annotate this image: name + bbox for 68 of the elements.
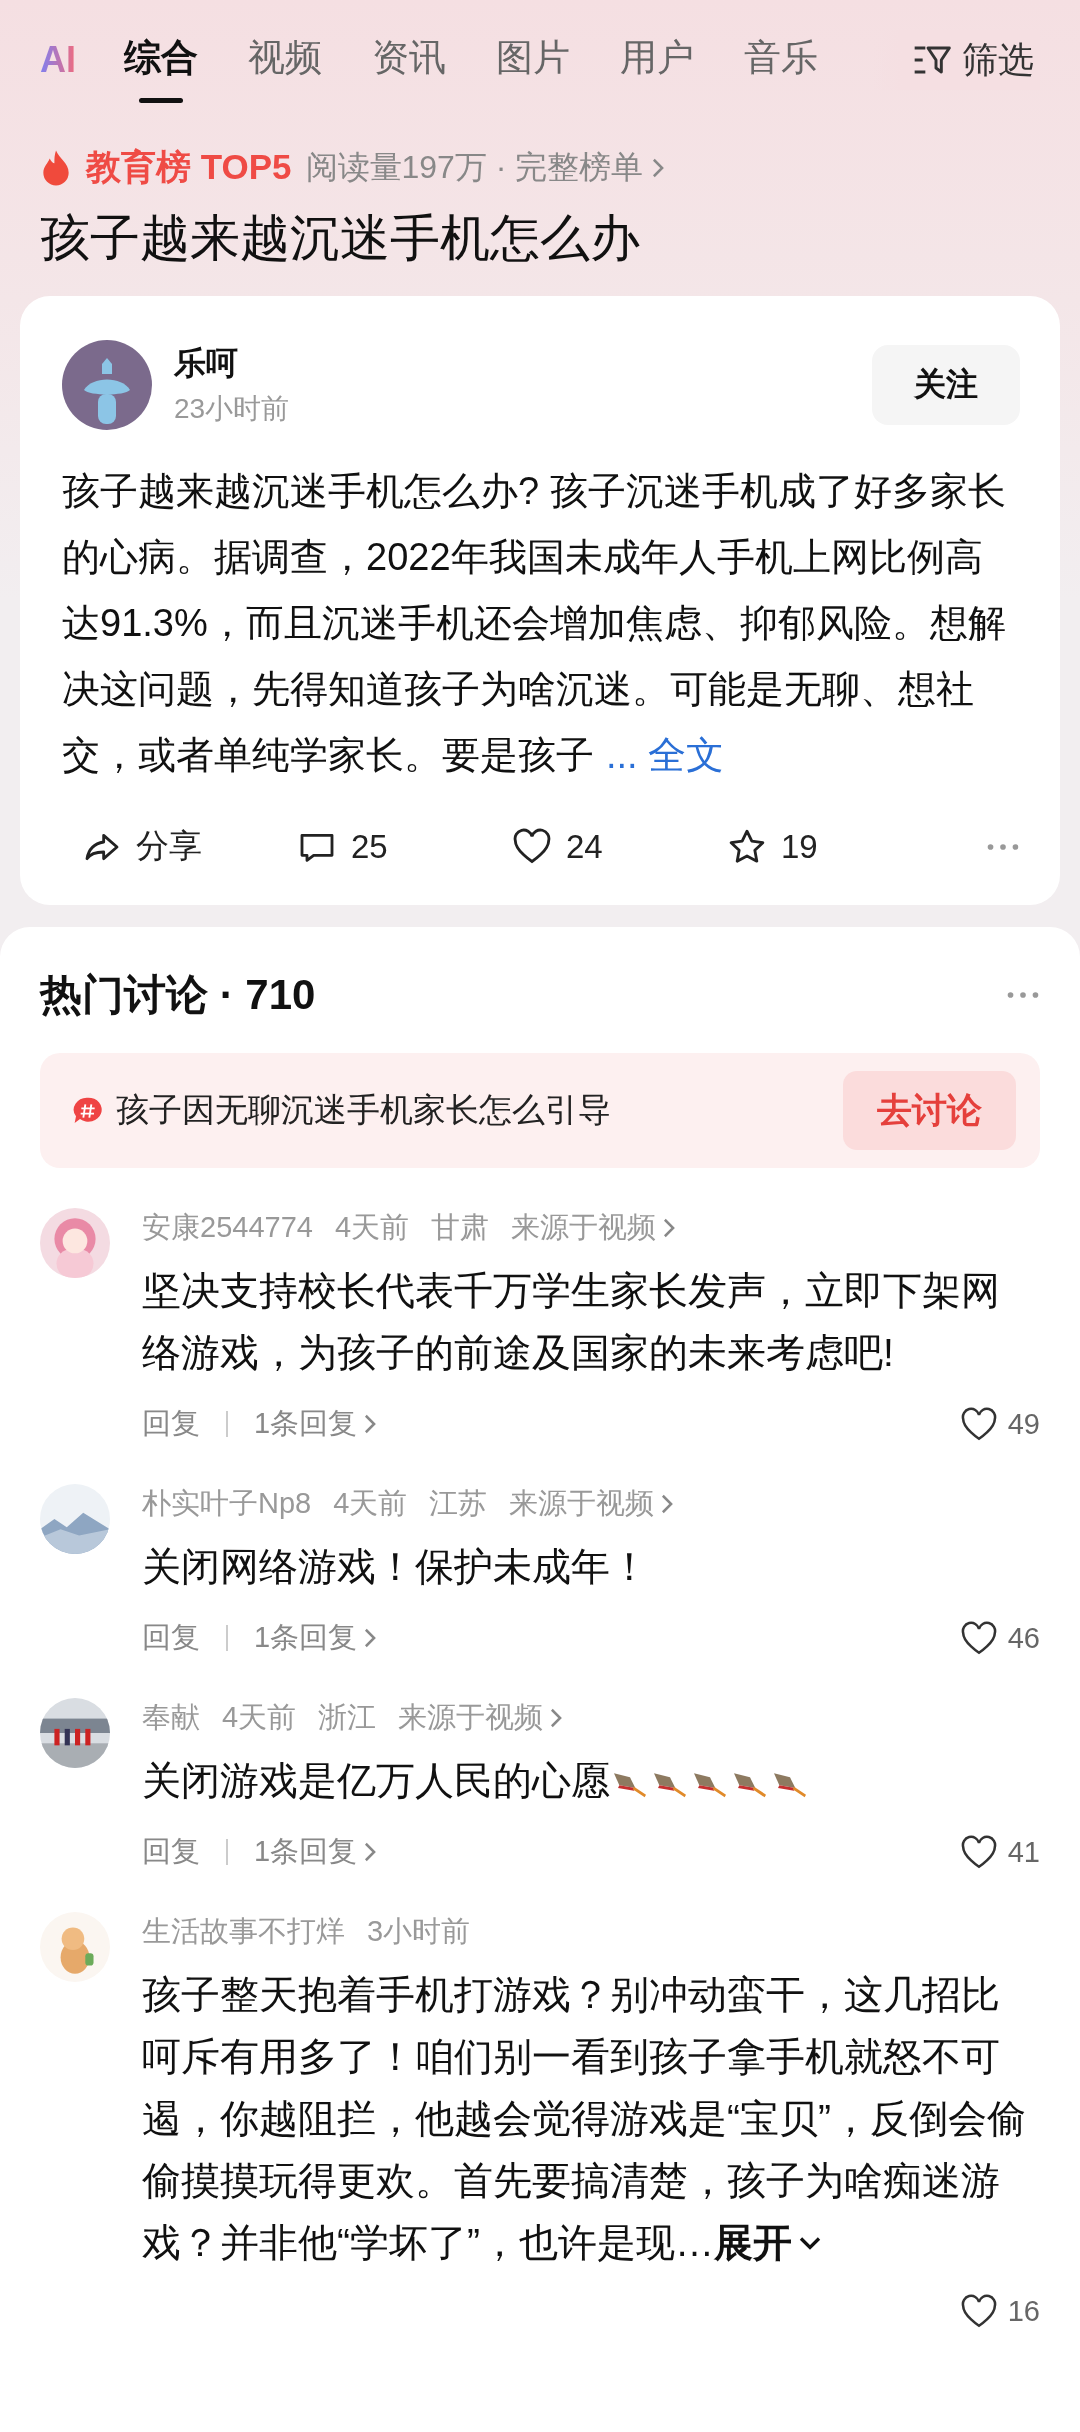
chevron-icon — [363, 1413, 378, 1435]
replies-link[interactable]: 1条回复 — [254, 1832, 378, 1872]
chevron-icon — [662, 1217, 677, 1239]
reply-link[interactable]: 回复 — [142, 1404, 200, 1444]
tab[interactable]: 视频 — [248, 15, 322, 105]
topic-title: 孩子越来越沉迷手机怎么办 — [40, 209, 641, 268]
share-button[interactable]: 分享 — [82, 824, 297, 869]
like-count: 49 — [1007, 1407, 1040, 1441]
topic-banner[interactable]: 孩子因无聊沉迷手机家长怎么引导 去讨论 — [40, 1053, 1040, 1168]
chevron-icon — [363, 1627, 378, 1649]
tab[interactable]: 综合 — [124, 15, 198, 105]
star-button[interactable]: 19 — [727, 826, 942, 867]
comment-time: 3小时前 — [367, 1914, 471, 1949]
comment-text: 孩子整天抱着手机打游戏？别冲动蛮干，这几招比呵斥有用多了！咱们别一看到孩子拿手机就怒不可遏，你越阻拦，他越会觉得游戏是“宝贝”，反倒会偷偷摸摸玩得更欢。首先要搞清楚，孩子为啥痴迷游戏？并非他“学坏了”，也许是现…展开 — [142, 1964, 1040, 2274]
author-name[interactable]: 乐呵 — [174, 342, 850, 386]
post-text: 孩子越来越沉迷手机怎么办? 孩子沉迷手机成了好多家长的心病。据调查，2022年我国未成年人手机上网比例高达91.3%，而且沉迷手机还会增加焦虑、抑郁风险。想解决这问题，先得知道孩子为啥沉迷。可能是无聊、想社交，或者单纯学家长。要是孩子 ... 全文 — [62, 469, 1007, 778]
like-button[interactable]: 24 — [512, 827, 727, 866]
chevron-icon — [363, 1841, 378, 1863]
chevron-icon — [651, 156, 666, 179]
comment-region: 浙江 — [318, 1700, 377, 1735]
chevron-icon — [660, 1493, 675, 1515]
source-link[interactable]: 来源于视频 — [509, 1484, 675, 1524]
reply-link[interactable]: 回复 — [142, 1618, 200, 1658]
comment-time: 4天前 — [334, 1210, 410, 1245]
replies-link[interactable]: 1条回复 — [254, 1618, 378, 1658]
comment-region: 甘肃 — [431, 1210, 490, 1245]
comment-text: 坚决支持校长代表千万学生家长发声，立即下架网络游戏，为孩子的前途及国家的未来考虑吧! — [142, 1268, 1001, 1376]
comment-button[interactable]: 25 — [297, 826, 512, 867]
tab[interactable]: 图片 — [496, 15, 570, 105]
chevron-down-icon — [798, 2235, 822, 2251]
comment-user[interactable]: 安康2544774 — [142, 1208, 313, 1248]
heart-icon[interactable] — [959, 2294, 998, 2329]
more-icon[interactable] — [986, 841, 1020, 852]
like-count: 16 — [1007, 2295, 1040, 2328]
tab[interactable]: 资讯 — [372, 15, 446, 105]
like-count: 41 — [1007, 1835, 1040, 1869]
comment-region: 江苏 — [429, 1486, 488, 1521]
like-count: 46 — [1007, 1621, 1040, 1655]
comment-text: 关闭网络游戏！保护未成年！ — [142, 1544, 650, 1590]
filter-icon — [912, 44, 952, 76]
comment-user[interactable]: 生活故事不打烊 — [142, 1912, 345, 1952]
heart-icon — [512, 828, 552, 865]
chevron-icon — [549, 1707, 564, 1729]
source-link[interactable]: 来源于视频 — [511, 1208, 677, 1248]
follow-button[interactable]: 关注 — [872, 345, 1020, 425]
post-time: 23小时前 — [174, 392, 291, 426]
discuss-button[interactable]: 去讨论 — [843, 1071, 1016, 1150]
heart-icon[interactable] — [959, 1620, 998, 1656]
ranking-stats[interactable]: 阅读量197万 · 完整榜单 — [305, 145, 666, 190]
topic-text: 孩子因无聊沉迷手机家长怎么引导 — [116, 1090, 612, 1130]
more-icon[interactable] — [1006, 990, 1040, 1000]
full-text-link[interactable]: ... 全文 — [606, 734, 725, 776]
heart-icon[interactable] — [959, 1406, 998, 1442]
section-title: 热门讨论 · 710 — [40, 970, 316, 1020]
comment-user[interactable]: 奉献 — [142, 1698, 200, 1738]
expand-link[interactable]: 展开 — [714, 2212, 822, 2274]
comment-user[interactable]: 朴实叶子Np8 — [142, 1484, 312, 1524]
replies-link[interactable]: 1条回复 — [254, 1404, 378, 1444]
reply-link[interactable]: 回复 — [142, 1832, 200, 1872]
tab[interactable]: 音乐 — [744, 15, 818, 105]
comment-time: 4天前 — [222, 1700, 297, 1735]
heart-icon[interactable] — [959, 1834, 998, 1870]
source-link[interactable]: 来源于视频 — [398, 1698, 564, 1738]
flame-icon — [40, 148, 72, 187]
tab[interactable]: 用户 — [620, 15, 694, 105]
comment-text: 关闭游戏是亿万人民的心愿 — [142, 1750, 1040, 1812]
ranking-label[interactable]: 教育榜 TOP5 — [86, 144, 292, 191]
comment-time: 4天前 — [333, 1486, 408, 1521]
